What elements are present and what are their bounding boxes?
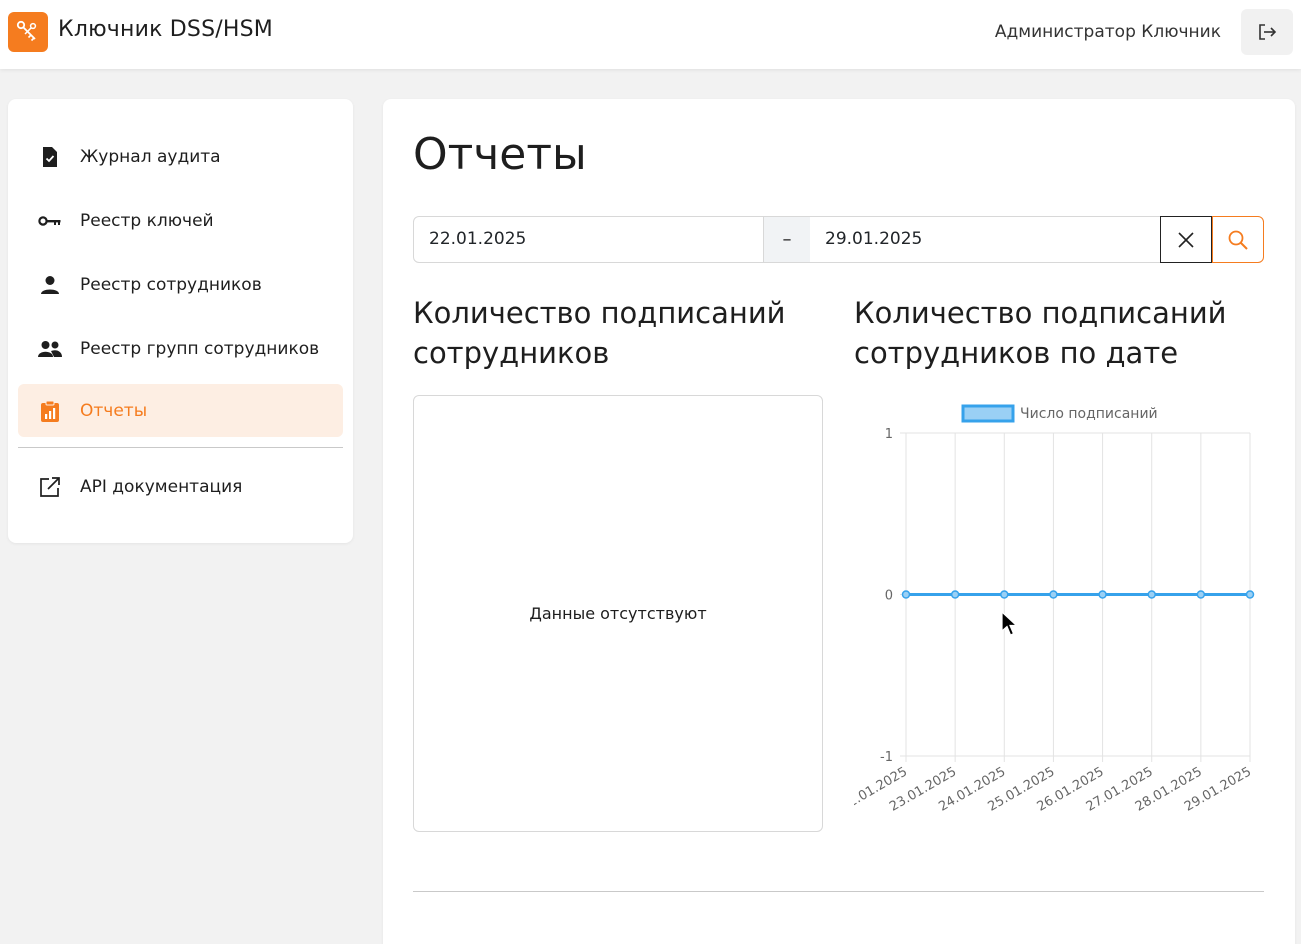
section-title-employees: Количество подписаний сотрудников <box>413 296 786 370</box>
sidebar: Журнал аудита Реестр ключей Реестр сотру… <box>8 99 353 543</box>
sidebar-item-label: Журнал аудита <box>80 146 221 167</box>
sidebar-item-label: Реестр ключей <box>80 210 214 231</box>
data-point <box>1147 590 1156 599</box>
app-title: Ключник DSS/HSM <box>58 17 273 42</box>
sidebar-item-label: Реестр групп сотрудников <box>80 338 320 359</box>
keys-icon[interactable] <box>8 12 48 52</box>
clipboard-chart-icon <box>38 399 62 423</box>
employees-chart-empty: Данные отсутствуют <box>413 395 823 832</box>
data-point <box>1000 590 1009 599</box>
clear-button[interactable] <box>1160 216 1212 263</box>
sidebar-divider <box>18 447 343 448</box>
search-button[interactable] <box>1212 216 1264 263</box>
main-panel: Отчеты 22.01.2025 – 29.01.2025 Количеств… <box>383 99 1295 944</box>
top-header: Ключник DSS/HSM Администратор Ключник <box>0 0 1301 69</box>
logout-icon <box>1259 24 1277 40</box>
legend-swatch <box>961 404 1015 423</box>
y-tick-label: -1 <box>880 750 893 765</box>
signings-by-date-chart: 1 0 -1 22.01.2025 23.01.2025 24.01.2025 25.01.… <box>838 397 1264 837</box>
section-title-by-date: Количество подписаний сотрудников по дат… <box>854 296 1227 370</box>
page-title: Отчеты <box>413 129 587 180</box>
date-to-input[interactable]: 29.01.2025 <box>810 216 1161 263</box>
data-point <box>950 590 960 599</box>
sidebar-item-keys[interactable]: Реестр ключей <box>18 194 343 247</box>
mouse-cursor-icon <box>1001 610 1019 641</box>
data-point <box>1098 590 1107 599</box>
date-from-input[interactable]: 22.01.2025 <box>413 216 764 263</box>
line-chart-svg: 10-122.01.202523.01.202524.01.202525.01.… <box>838 404 1255 815</box>
sidebar-item-reports[interactable]: Отчеты <box>18 384 343 437</box>
empty-state-text: Данные отсутствуют <box>529 604 707 623</box>
logout-button[interactable] <box>1241 9 1293 55</box>
data-point <box>1049 590 1058 599</box>
date-separator: – <box>763 216 811 263</box>
data-point <box>901 590 911 599</box>
user-name: Администратор Ключник <box>994 22 1221 42</box>
data-point <box>1196 590 1206 599</box>
y-tick-label: 1 <box>885 427 893 442</box>
sidebar-item-api-docs[interactable]: API документация <box>18 460 343 513</box>
file-check-icon <box>38 145 62 169</box>
external-link-icon <box>38 475 62 499</box>
search-icon <box>1228 230 1248 250</box>
sidebar-item-employee-groups[interactable]: Реестр групп сотрудников <box>18 322 343 375</box>
sidebar-item-audit-log[interactable]: Журнал аудита <box>18 130 343 183</box>
bottom-divider <box>413 891 1264 892</box>
data-point <box>1245 590 1255 599</box>
key-icon <box>38 209 62 233</box>
legend-label: Число подписаний <box>1020 406 1158 422</box>
sidebar-item-employees[interactable]: Реестр сотрудников <box>18 258 343 311</box>
person-icon <box>38 273 62 297</box>
sidebar-item-label: API документация <box>80 476 243 497</box>
date-range-filter: 22.01.2025 – 29.01.2025 <box>413 216 1264 263</box>
people-icon <box>38 337 62 361</box>
y-tick-label: 0 <box>885 589 893 604</box>
sidebar-item-label: Отчеты <box>80 400 148 421</box>
sidebar-item-label: Реестр сотрудников <box>80 274 262 295</box>
close-icon <box>1178 231 1194 248</box>
